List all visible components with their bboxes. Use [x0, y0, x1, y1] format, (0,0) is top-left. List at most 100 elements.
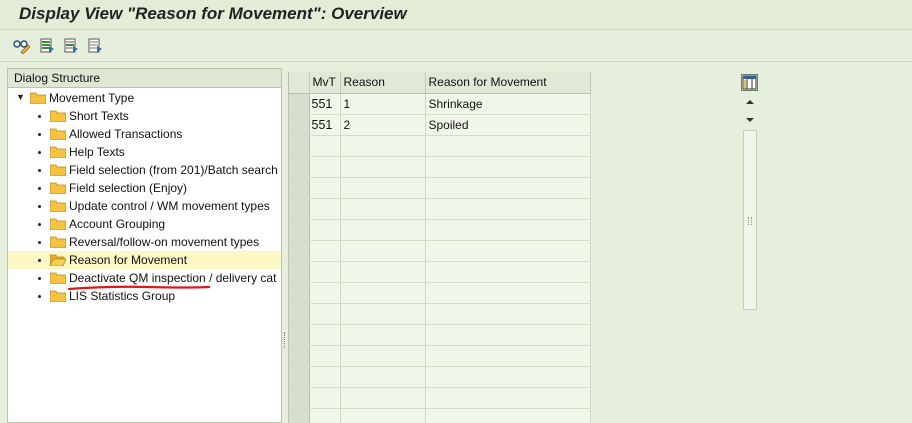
table-row-empty[interactable] [289, 408, 591, 423]
expand-down-icon[interactable]: ▼ [16, 92, 25, 102]
row-selector[interactable] [289, 114, 310, 136]
tree-node-help-texts[interactable]: Help Texts [8, 143, 281, 161]
table-row-empty[interactable] [289, 240, 591, 262]
tree-node-reversal[interactable]: Reversal/follow-on movement types [8, 233, 281, 251]
cell-reason[interactable] [340, 219, 426, 241]
cell-mvt[interactable]: 551 [309, 93, 341, 115]
cell-reason-text[interactable] [425, 219, 591, 241]
cell-mvt[interactable] [309, 156, 341, 178]
cell-mvt[interactable]: 551 [309, 114, 341, 136]
cell-reason-text[interactable] [425, 261, 591, 283]
scroll-up-arrow-icon[interactable] [744, 96, 756, 108]
cell-reason[interactable] [340, 198, 426, 220]
row-selector[interactable] [289, 408, 310, 423]
cell-reason-text[interactable] [425, 387, 591, 409]
row-selector[interactable] [289, 198, 310, 220]
cell-mvt[interactable] [309, 219, 341, 241]
table-row[interactable]: 551 1 Shrinkage [289, 93, 591, 115]
vertical-scrollbar[interactable] [743, 130, 757, 310]
row-selector[interactable] [289, 93, 310, 115]
deselect-all-button[interactable] [86, 37, 104, 54]
table-row-empty[interactable] [289, 324, 591, 346]
table-row-empty[interactable] [289, 261, 591, 283]
row-selector[interactable] [289, 240, 310, 262]
cell-reason[interactable] [340, 303, 426, 325]
cell-reason-text[interactable] [425, 240, 591, 262]
cell-reason[interactable]: 1 [340, 93, 426, 115]
tree-node-short-texts[interactable]: Short Texts [8, 107, 281, 125]
table-row-empty[interactable] [289, 303, 591, 325]
cell-reason-text[interactable] [425, 177, 591, 199]
table-row[interactable]: 551 2 Spoiled [289, 114, 591, 136]
column-header-reason[interactable]: Reason [340, 72, 426, 94]
select-all-rows-cell[interactable] [289, 72, 310, 94]
table-row-empty[interactable] [289, 177, 591, 199]
select-all-button[interactable] [38, 37, 56, 54]
cell-mvt[interactable] [309, 198, 341, 220]
column-header-mvt[interactable]: MvT [309, 72, 341, 94]
table-row-empty[interactable] [289, 282, 591, 304]
cell-reason[interactable]: 2 [340, 114, 426, 136]
table-row-empty[interactable] [289, 345, 591, 367]
cell-reason-text[interactable] [425, 366, 591, 388]
cell-reason-text[interactable] [425, 303, 591, 325]
cell-reason[interactable] [340, 324, 426, 346]
table-row-empty[interactable] [289, 366, 591, 388]
cell-reason[interactable] [340, 240, 426, 262]
cell-reason-text[interactable] [425, 156, 591, 178]
cell-mvt[interactable] [309, 408, 341, 423]
tree-node-allowed-transactions[interactable]: Allowed Transactions [8, 125, 281, 143]
table-row-empty[interactable] [289, 219, 591, 241]
cell-reason[interactable] [340, 408, 426, 423]
cell-reason[interactable] [340, 282, 426, 304]
scroll-down-arrow-icon[interactable] [744, 114, 756, 126]
tree-node-field-selection-enjoy[interactable]: Field selection (Enjoy) [8, 179, 281, 197]
cell-reason-text[interactable]: Spoiled [425, 114, 591, 136]
row-selector[interactable] [289, 261, 310, 283]
cell-reason[interactable] [340, 156, 426, 178]
table-row-empty[interactable] [289, 135, 591, 157]
row-selector[interactable] [289, 324, 310, 346]
cell-mvt[interactable] [309, 261, 341, 283]
cell-reason[interactable] [340, 135, 426, 157]
cell-mvt[interactable] [309, 324, 341, 346]
cell-mvt[interactable] [309, 345, 341, 367]
cell-mvt[interactable] [309, 387, 341, 409]
row-selector[interactable] [289, 135, 310, 157]
cell-mvt[interactable] [309, 303, 341, 325]
row-selector[interactable] [289, 156, 310, 178]
cell-mvt[interactable] [309, 282, 341, 304]
cell-reason-text[interactable] [425, 345, 591, 367]
cell-reason-text[interactable] [425, 324, 591, 346]
row-selector[interactable] [289, 219, 310, 241]
cell-mvt[interactable] [309, 366, 341, 388]
table-row-empty[interactable] [289, 156, 591, 178]
table-row-empty[interactable] [289, 387, 591, 409]
cell-reason[interactable] [340, 177, 426, 199]
cell-reason-text[interactable] [425, 198, 591, 220]
tree-node-field-selection-201[interactable]: Field selection (from 201)/Batch search [8, 161, 281, 179]
row-selector[interactable] [289, 177, 310, 199]
cell-reason-text[interactable] [425, 135, 591, 157]
cell-mvt[interactable] [309, 240, 341, 262]
tree-node-movement-type[interactable]: ▼ Movement Type [8, 89, 281, 107]
column-header-reason-for-movement[interactable]: Reason for Movement [425, 72, 591, 94]
cell-reason-text[interactable] [425, 408, 591, 423]
cell-reason[interactable] [340, 345, 426, 367]
cell-mvt[interactable] [309, 177, 341, 199]
row-selector[interactable] [289, 303, 310, 325]
row-selector[interactable] [289, 387, 310, 409]
cell-reason[interactable] [340, 366, 426, 388]
cell-reason[interactable] [340, 261, 426, 283]
change-display-button[interactable] [13, 37, 31, 54]
table-settings-button[interactable] [741, 74, 758, 91]
tree-node-reason-for-movement[interactable]: Reason for Movement [8, 251, 281, 269]
cell-reason-text[interactable] [425, 282, 591, 304]
cell-reason-text[interactable]: Shrinkage [425, 93, 591, 115]
select-block-button[interactable] [62, 37, 80, 54]
tree-node-account-grouping[interactable]: Account Grouping [8, 215, 281, 233]
row-selector[interactable] [289, 282, 310, 304]
cell-reason[interactable] [340, 387, 426, 409]
tree-node-update-control[interactable]: Update control / WM movement types [8, 197, 281, 215]
row-selector[interactable] [289, 345, 310, 367]
